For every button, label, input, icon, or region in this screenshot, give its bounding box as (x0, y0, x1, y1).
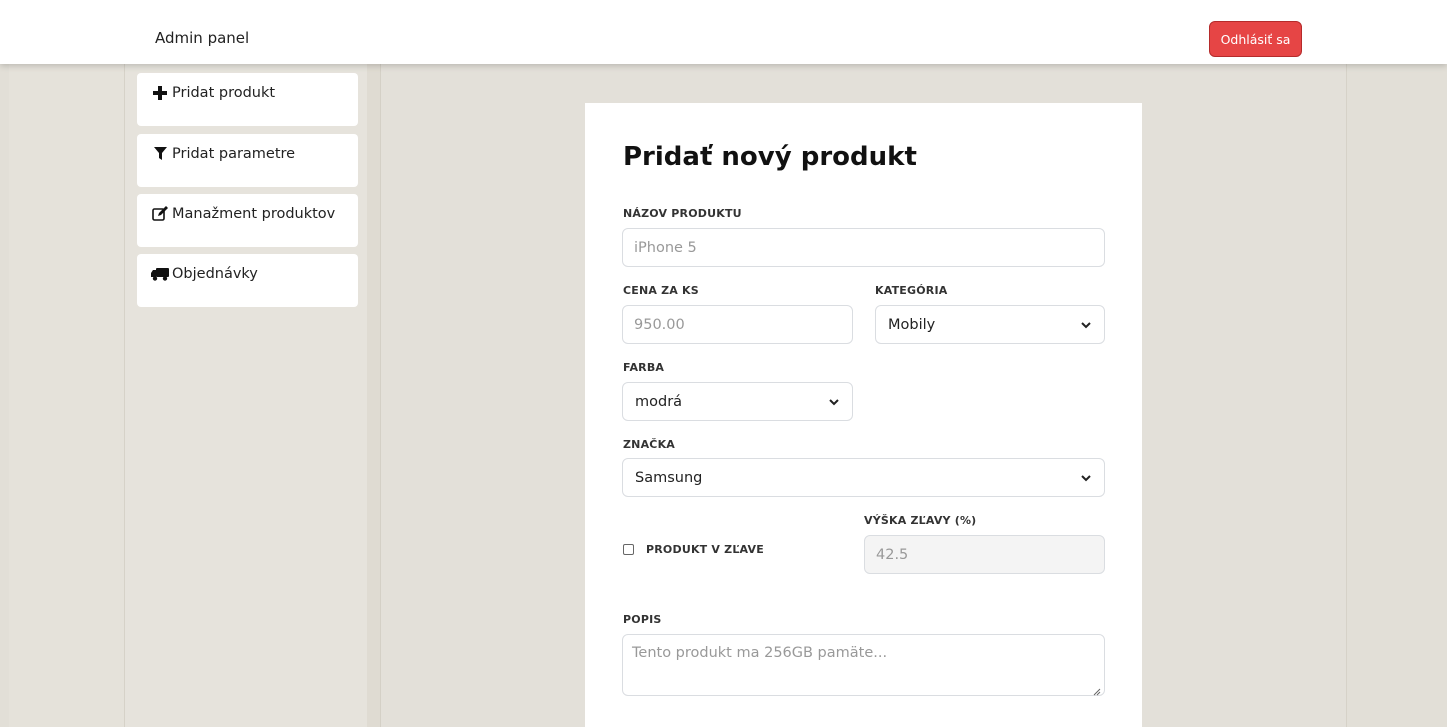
product-name-input[interactable]: iPhone 5 (622, 228, 1105, 267)
price-label: CENA ZA KS (623, 284, 699, 297)
brand-title[interactable]: Admin panel (155, 29, 249, 47)
category-label: KATEGÓRIA (875, 284, 948, 297)
sidebar-item-orders[interactable]: Objednávky (137, 254, 358, 307)
sidebar-item-label: Pridat produkt (172, 84, 276, 101)
sale-checkbox-label: PRODUKT V ZĽAVE (646, 543, 764, 556)
chevron-down-icon (1080, 472, 1092, 484)
brand-select[interactable]: Samsung (622, 458, 1105, 497)
sidebar-item-label: Pridat parametre (172, 145, 296, 162)
color-label: FARBA (623, 361, 665, 374)
discount-label: VÝŠKA ZĽAVY (%) (864, 514, 977, 527)
description-placeholder: Tento produkt ma 256GB pamäte... (632, 645, 888, 661)
page-margin-left (0, 64, 9, 727)
layout-column-left (9, 64, 125, 727)
sidebar-item-label: Objednávky (172, 265, 258, 282)
sale-checkbox[interactable] (623, 544, 634, 555)
plus-icon (151, 85, 169, 101)
product-name-label: NÁZOV PRODUKTU (623, 207, 742, 220)
sidebar-item-add-product[interactable]: Pridat produkt (137, 73, 358, 126)
category-select[interactable]: Mobily (875, 305, 1105, 344)
edit-icon (151, 206, 169, 222)
sidebar-item-label: Manažment produktov (172, 205, 336, 222)
resize-handle-icon[interactable] (1093, 684, 1101, 696)
sidebar-item-product-management[interactable]: Manažment produktov (137, 194, 358, 247)
color-select[interactable]: modrá (622, 382, 853, 421)
discount-input[interactable]: 42.5 (864, 535, 1105, 574)
layout-column-right (1346, 64, 1447, 727)
description-label: POPIS (623, 613, 662, 626)
truck-icon (151, 266, 169, 282)
price-input[interactable]: 950.00 (622, 305, 853, 344)
page-title: Pridať nový produkt (623, 142, 917, 172)
chevron-down-icon (1080, 319, 1092, 331)
brand-label: ZNAČKA (623, 438, 676, 451)
category-select-value: Mobily (888, 316, 936, 333)
top-navbar: Admin panel Odhlásiť sa (0, 0, 1447, 64)
sidebar-item-add-parameters[interactable]: Pridat parametre (137, 134, 358, 187)
color-select-value: modrá (635, 393, 683, 410)
logout-button[interactable]: Odhlásiť sa (1209, 21, 1302, 57)
chevron-down-icon (828, 396, 840, 408)
brand-select-value: Samsung (635, 469, 703, 486)
layout-divider (367, 64, 381, 727)
description-textarea[interactable]: Tento produkt ma 256GB pamäte... (622, 634, 1105, 696)
filter-icon (151, 146, 169, 162)
